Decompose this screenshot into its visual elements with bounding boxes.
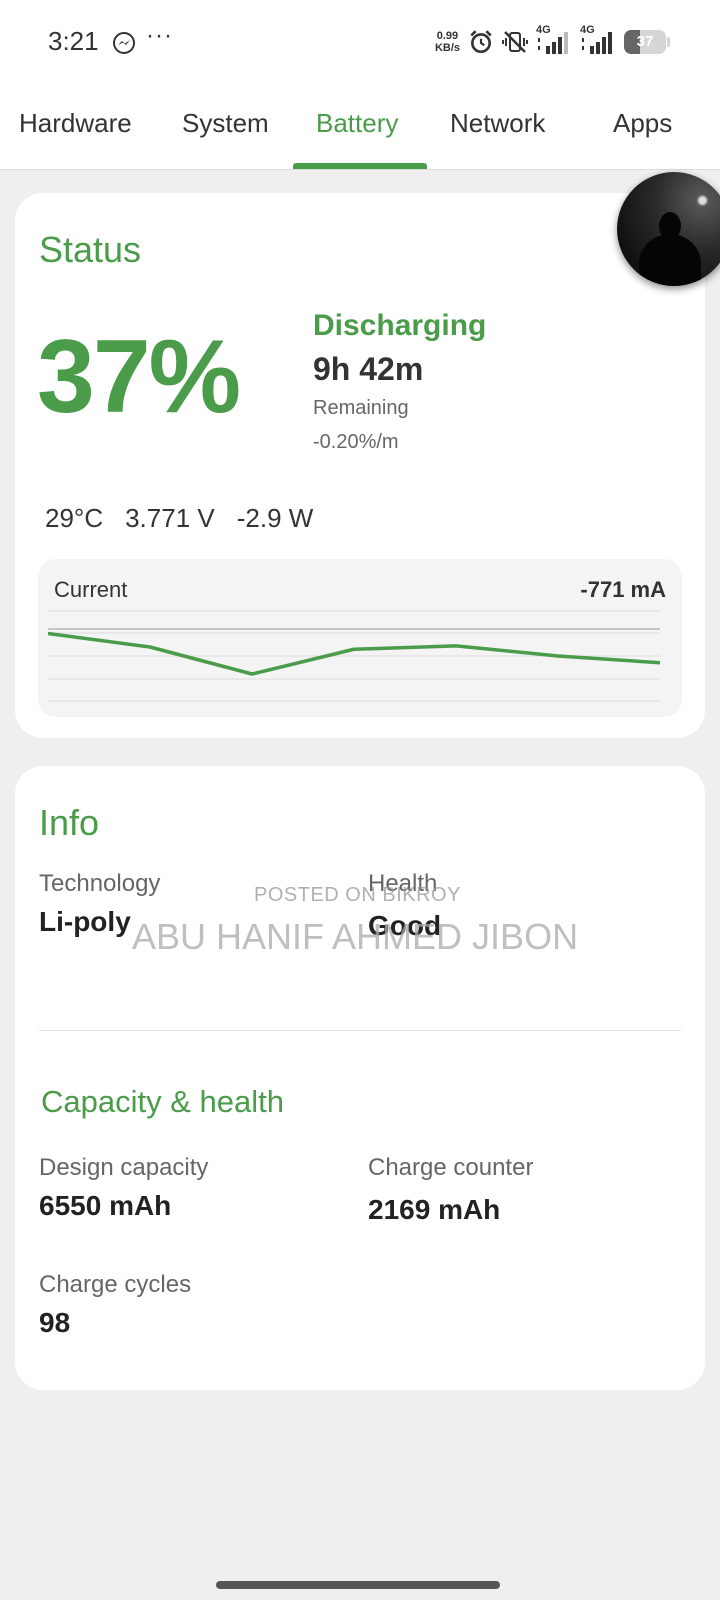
watermark-posted: POSTED ON BIKROY [254,884,461,906]
signal-1: 4G [536,24,572,56]
vibrate-mute-icon [502,31,528,53]
tab-hardware[interactable]: Hardware [19,108,132,139]
signal-bars-icon [582,32,612,54]
battery-icon: 37 [624,30,666,54]
avatar-silhouette-body [639,234,701,286]
charge-cycles-value: 98 [39,1307,71,1338]
time-remaining: 9h 42m [313,351,424,387]
signal-2: 4G [580,24,616,56]
floating-avatar-bubble[interactable] [617,172,720,286]
technology-value: Li-poly [39,906,131,937]
remaining-label: Remaining [313,397,409,419]
clock: 3:21 [48,26,99,56]
battery-level: 37 [636,33,654,50]
home-indicator[interactable] [216,1581,500,1589]
current-graph: Current -771 mA [38,559,682,717]
battery-metrics: 29°C 3.771 V -2.9 W [45,503,313,534]
power: -2.9 W [236,503,314,533]
charge-cycles-label: Charge cycles [39,1271,192,1298]
technology-label: Technology [39,870,161,897]
more-notifications-icon: ··· [146,22,173,49]
signal-bars-icon [538,32,568,54]
status-title: Status [39,229,142,270]
tab-system[interactable]: System [182,108,269,139]
alarm-icon [470,30,492,54]
design-capacity-label: Design capacity [39,1154,209,1181]
current-value: -771 mA [580,577,666,602]
tab-apps[interactable]: Apps [613,108,672,139]
messenger-icon [113,32,135,54]
tab-bar: Hardware System Battery Network Apps [0,84,720,170]
status-icons: 0.99 KB/s 4G 4G 37 [435,22,670,62]
battery-percent: 37% [37,319,241,435]
active-tab-indicator [293,163,427,169]
battery-tip [667,37,670,47]
discharge-rate: -0.20%/m [313,431,399,453]
network-speed: 0.99 KB/s [434,30,460,54]
info-title: Info [39,802,100,843]
design-capacity-value: 6550 mAh [39,1190,172,1221]
current-series-line-0 [47,631,661,676]
status-card: Status 37% Discharging 9h 42m Remaining … [15,193,705,738]
charging-state: Discharging [313,309,487,342]
capacity-health-title: Capacity & health [41,1084,284,1119]
voltage: 3.771 V [125,503,215,533]
section-divider [39,1030,681,1031]
watermark-name: ABU HANIF AHMED JIBON [132,916,579,957]
status-bar: 3:21 ··· 0.99 KB/s 4G 4G 37 [0,0,720,84]
charge-counter-label: Charge counter [368,1154,534,1181]
info-card: Info Technology Li-poly Health Good Capa… [15,766,705,1390]
charge-counter-value: 2169 mAh [368,1194,501,1225]
current-label: Current [54,577,128,602]
tab-battery[interactable]: Battery [316,108,398,139]
tab-network[interactable]: Network [450,108,545,139]
temperature: 29°C [45,503,104,533]
